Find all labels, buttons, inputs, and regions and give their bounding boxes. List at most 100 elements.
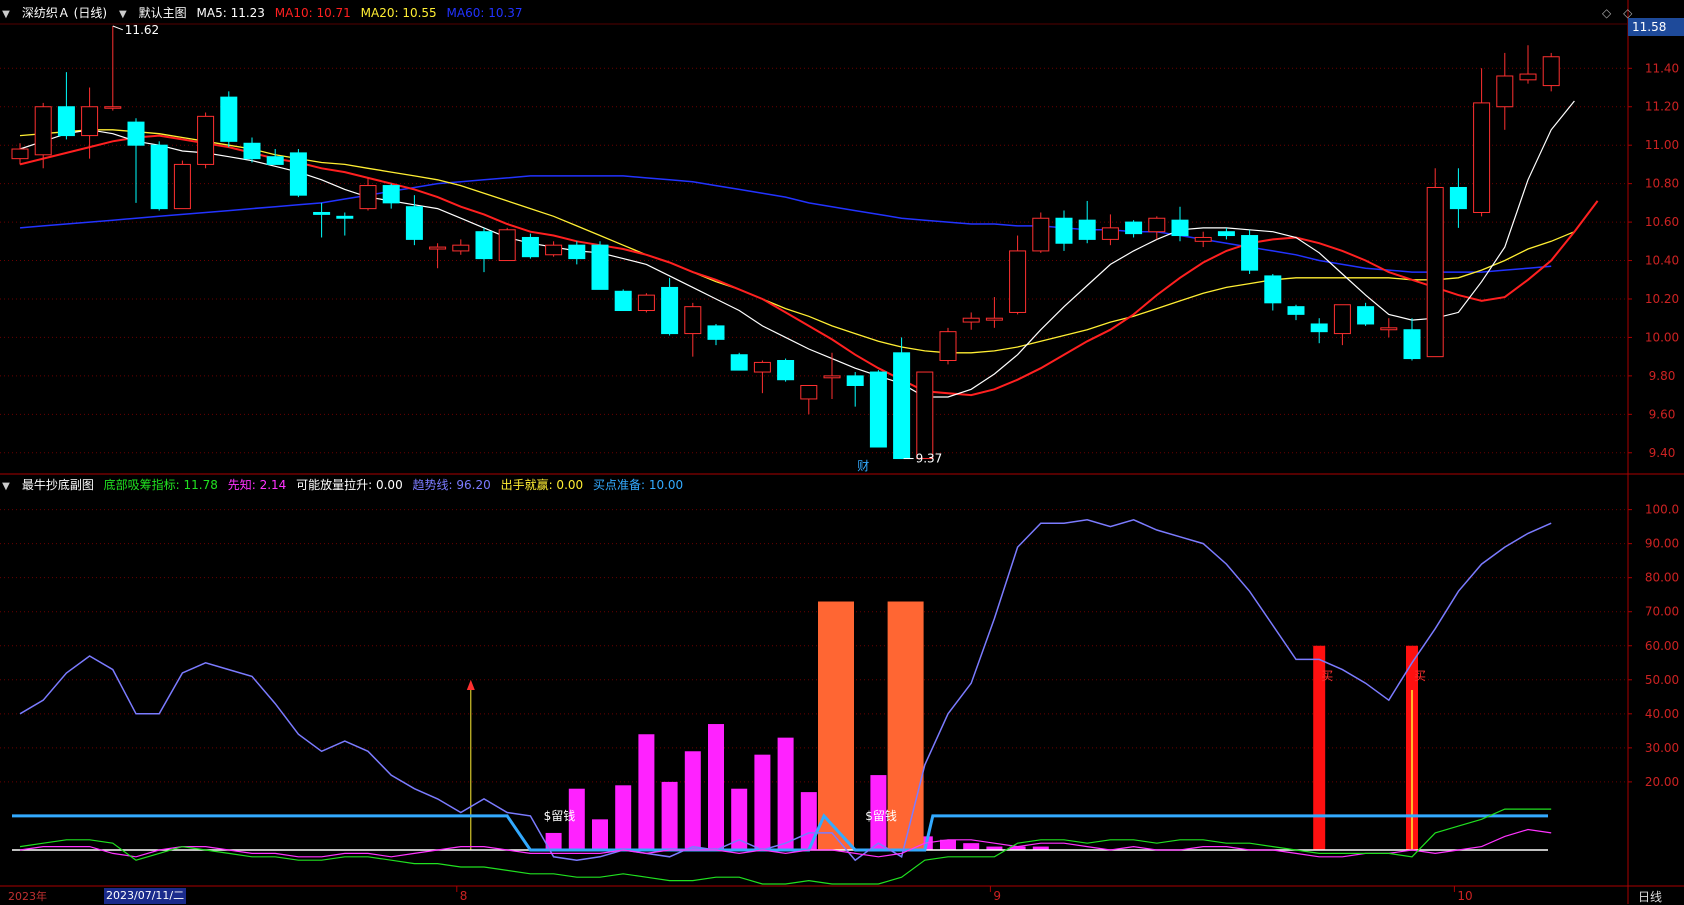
candle-body <box>173 163 191 210</box>
candle-body <box>916 371 934 460</box>
sub-chart-title[interactable]: 最牛抄底副图 <box>22 478 94 492</box>
candle-body <box>266 156 284 165</box>
collapse-triangle-icon[interactable]: ▼ <box>0 478 12 496</box>
ma10-label: MA10: 10.71 <box>274 6 351 20</box>
xianzhi-bar <box>940 839 956 850</box>
candle-body <box>591 244 609 290</box>
price-axis-label: 11.40 <box>1645 61 1679 75</box>
candle-body <box>1380 327 1398 331</box>
stock-name[interactable]: 深纺织Ａ (日线) <box>22 6 107 20</box>
candle-body <box>985 317 1003 321</box>
candle-body <box>1542 56 1560 87</box>
ma20-label: MA20: 10.55 <box>360 6 437 20</box>
price-axis-label: 10.80 <box>1645 177 1679 191</box>
candle-body <box>614 290 632 312</box>
candle-body <box>127 121 145 146</box>
date-cursor-label: 2023/07/11/二 <box>104 888 187 904</box>
candle-body <box>1310 323 1328 333</box>
candle-body <box>243 142 261 160</box>
price-axis-label: 10.40 <box>1645 254 1679 268</box>
sub-axis-label: 70.00 <box>1645 605 1679 619</box>
xianzhi-bar <box>638 734 655 850</box>
buy-label: 买 <box>1321 669 1333 683</box>
dropdown-icon[interactable]: ▼ <box>117 6 129 24</box>
diamond-icon[interactable]: ◇ <box>1602 6 1611 20</box>
candle-body <box>1519 73 1537 81</box>
price-axis-label: 10.20 <box>1645 292 1679 306</box>
price-axis-label: 10.60 <box>1645 215 1679 229</box>
candle-body <box>753 361 771 373</box>
candle-body <box>359 185 377 210</box>
indicator-chushou: 出手就赢: 0.00 <box>500 478 584 492</box>
sub-axis-label: 90.00 <box>1645 537 1679 551</box>
panel-controls: ◇ ◇ <box>1594 6 1632 20</box>
candle-body <box>1194 236 1212 242</box>
candle-body <box>475 231 493 260</box>
low-label: 9.37 <box>916 452 943 466</box>
xianzhi-bar <box>731 788 748 850</box>
high-label: 11.62 <box>125 23 159 37</box>
candle-body <box>1125 221 1143 235</box>
candle-body <box>1333 304 1351 335</box>
candle-body <box>1148 217 1166 233</box>
collapse-triangle-icon[interactable]: ▼ <box>0 6 12 24</box>
month-label: 8 <box>460 889 468 903</box>
xianzhi-bar <box>684 751 701 850</box>
xianzhi-bar <box>592 819 608 850</box>
sub-axis-label: 40.00 <box>1645 707 1679 721</box>
sub-axis-label: 30.00 <box>1645 741 1679 755</box>
candle-body <box>81 106 99 137</box>
template-name[interactable]: 默认主图 <box>139 6 187 20</box>
candle-body <box>661 286 679 335</box>
candle-body <box>197 115 215 165</box>
candle-body <box>1449 186 1467 210</box>
candle-body <box>707 325 725 340</box>
candle-body <box>1473 102 1491 213</box>
candle-body <box>405 206 423 240</box>
candle-body <box>150 144 168 210</box>
candle-body <box>1241 235 1259 271</box>
sub-axis-label: 50.00 <box>1645 673 1679 687</box>
xianzhi-bar <box>800 792 817 850</box>
candle-body <box>1357 306 1375 325</box>
candle-body <box>104 106 122 109</box>
candle-body <box>57 106 75 137</box>
main-chart-header: ▼ 深纺织Ａ (日线) ▼ 默认主图 MA5: 11.23 MA10: 10.7… <box>0 4 529 22</box>
xianzhi-bar <box>661 781 678 850</box>
xianzhi-bar <box>754 754 771 850</box>
month-label: 10 <box>1457 889 1472 903</box>
sub-axis-label: 20.00 <box>1645 775 1679 789</box>
period-label[interactable]: 日线 <box>1638 888 1662 905</box>
candle-body <box>730 354 748 371</box>
buy-label: 买 <box>1414 669 1426 683</box>
candle-body <box>289 152 307 196</box>
indicator-xichou: 底部吸筹指标: 11.78 <box>103 478 218 492</box>
high-marker <box>112 25 123 31</box>
candle-body <box>1032 217 1050 252</box>
candle-body <box>34 106 52 156</box>
indicator-xianzhi: 先知: 2.14 <box>227 478 287 492</box>
candle-body <box>1403 329 1421 360</box>
price-axis-label: 11.00 <box>1645 138 1679 152</box>
indicator-fangliang: 可能放量拉升: 0.00 <box>296 478 403 492</box>
candle-body <box>336 215 354 219</box>
candle-body <box>1496 75 1514 108</box>
candle-body <box>1055 217 1073 244</box>
sub-axis-label: 80.00 <box>1645 571 1679 585</box>
xianzhi-bar <box>777 737 794 850</box>
price-axis-label: 10.00 <box>1645 330 1679 344</box>
candle-body <box>1426 186 1444 358</box>
ma10-line <box>19 134 1599 397</box>
candle-body <box>893 352 911 460</box>
xianzhi-bar <box>615 785 632 850</box>
indicator-maidian: 买点准备: 10.00 <box>592 478 684 492</box>
stock-chart[interactable]: 11.40 11.20 11.00 10.80 10.60 10.40 10.20 10.00… <box>0 0 1684 904</box>
candle-body <box>823 375 841 379</box>
candle-body <box>11 148 29 160</box>
fangliang-bar <box>818 601 854 850</box>
price-axis-label: 9.80 <box>1649 369 1676 383</box>
chushou-arrow-icon <box>466 679 475 690</box>
candle-body <box>777 360 795 381</box>
ma60-line <box>19 175 1552 273</box>
liuqian-label: $留钱 <box>544 808 576 823</box>
